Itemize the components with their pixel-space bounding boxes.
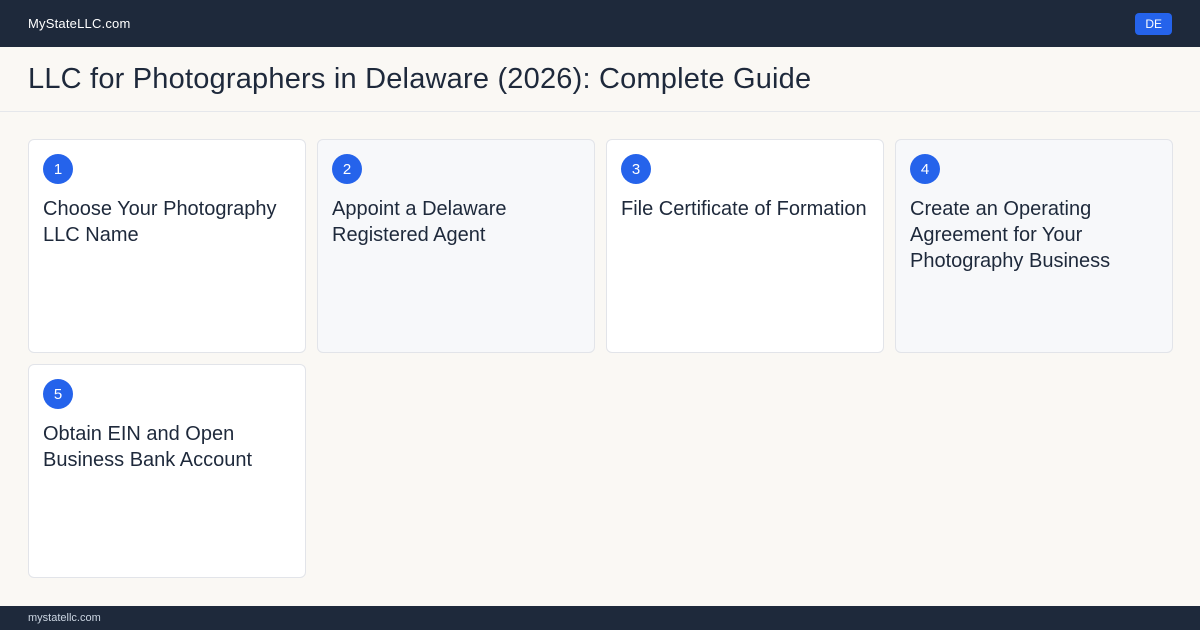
step-title: Choose Your Photography LLC Name — [43, 198, 277, 246]
step-number-badge: 2 — [332, 154, 362, 184]
step-card-3[interactable]: 3 File Certificate of Formation — [606, 139, 884, 353]
top-bar: MyStateLLC.com DE — [0, 0, 1200, 47]
step-number-badge: 1 — [43, 154, 73, 184]
step-title: Obtain EIN and Open Business Bank Accoun… — [43, 423, 253, 471]
step-card-1[interactable]: 1 Choose Your Photography LLC Name — [28, 139, 306, 353]
step-title: File Certificate of Formation — [621, 198, 867, 220]
step-card-4[interactable]: 4 Create an Operating Agreement for Your… — [895, 139, 1173, 353]
step-card-5[interactable]: 5 Obtain EIN and Open Business Bank Acco… — [28, 364, 306, 578]
step-number-badge: 3 — [621, 154, 651, 184]
step-number-badge: 5 — [43, 379, 73, 409]
page-title: LLC for Photographers in Delaware (2026)… — [28, 62, 812, 95]
state-badge: DE — [1135, 12, 1172, 35]
footer-link[interactable]: mystatellc.com — [28, 612, 101, 624]
brand-link[interactable]: MyStateLLC.com — [28, 16, 131, 31]
step-title: Appoint a Delaware Registered Agent — [332, 198, 507, 246]
step-number-badge: 4 — [910, 154, 940, 184]
step-title: Create an Operating Agreement for Your P… — [910, 198, 1111, 272]
title-section: LLC for Photographers in Delaware (2026)… — [0, 47, 1200, 112]
step-card-2[interactable]: 2 Appoint a Delaware Registered Agent — [317, 139, 595, 353]
steps-grid: 1 Choose Your Photography LLC Name 2 App… — [28, 139, 1173, 578]
footer: mystatellc.com — [0, 606, 1200, 630]
